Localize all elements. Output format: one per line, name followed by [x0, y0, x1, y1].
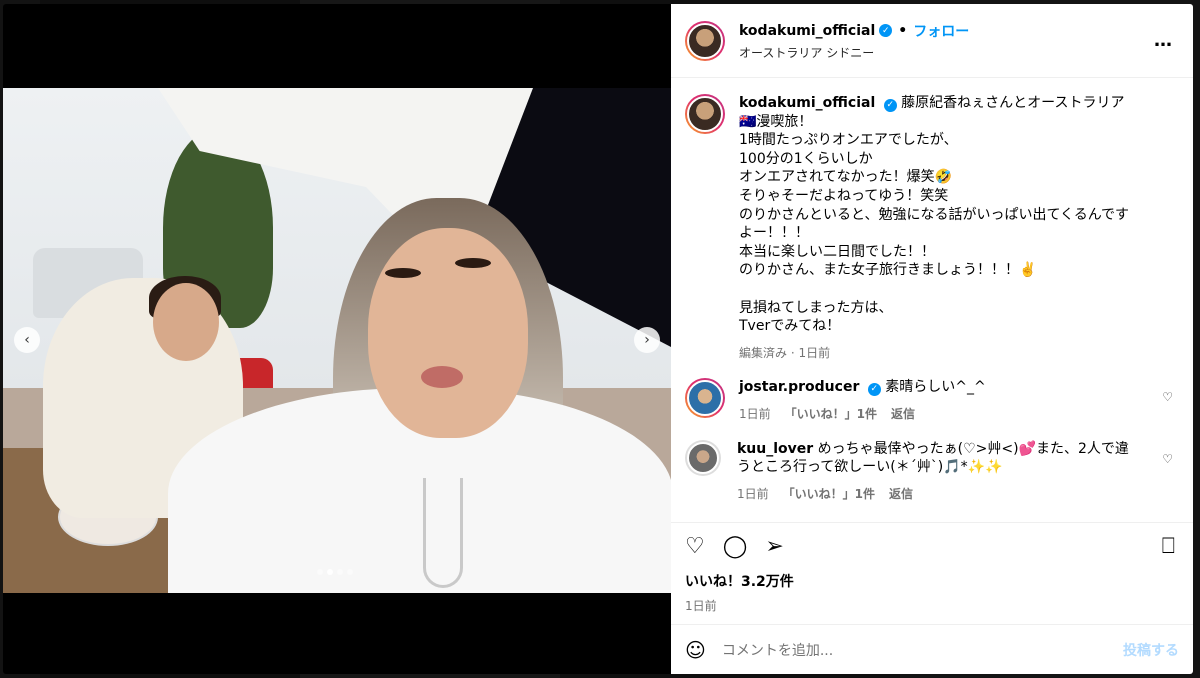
caption-line: 100分の1くらいしか — [739, 150, 873, 167]
necklace — [423, 478, 463, 588]
caption-line: 見損ねてしまった方は、 — [739, 299, 893, 316]
post-photo — [3, 88, 671, 593]
comment-time[interactable]: 1日前 — [737, 485, 769, 504]
next-image-button[interactable]: › — [634, 327, 660, 353]
verified-badge-icon: ✓ — [867, 383, 881, 397]
separator: • — [898, 22, 908, 39]
caption-meta: 編集済み · 1日前 — [739, 345, 831, 360]
comment-text: 素晴らしい^_^ — [885, 379, 986, 396]
follow-button[interactable]: フォロー — [913, 21, 969, 41]
caption-avatar[interactable] — [685, 94, 725, 134]
verified-badge-icon: ✓ — [879, 24, 893, 37]
post-comment-button[interactable]: 投稿する — [1123, 640, 1179, 660]
comment-likes[interactable]: 「いいね！」1件 — [785, 405, 877, 424]
caption-line: Tverでみてね！ — [739, 318, 841, 335]
comment-likes[interactable]: 「いいね！」1件 — [783, 485, 875, 504]
comments-list[interactable]: kodakumi_official ✓ 藤原紀香ねぇさんとオーストラリア🇦🇺漫喫… — [671, 78, 1193, 508]
commenter-avatar[interactable] — [685, 378, 725, 419]
share-send-icon[interactable]: ➢ — [765, 534, 783, 559]
emoji-picker-icon[interactable]: ☺ — [685, 638, 706, 662]
add-comment-bar: ☺ コメントを追加... 投稿する — [671, 624, 1193, 674]
post-header: kodakumi_official ✓ • フォロー オーストラリア シドニー … — [671, 4, 1193, 78]
carousel-dot — [347, 569, 353, 575]
location-link[interactable]: オーストラリア シドニー — [739, 44, 969, 61]
comment: kuu_lover めっちゃ最倖やったぁ(♡>艸<)💕また、2人で違うところ行っ… — [685, 439, 1179, 504]
caption-line: 1時間たっぷりオンエアでしたが、 — [739, 132, 958, 149]
comment: jostar.producer ✓ 素晴らしい^_^ 1日前 「いいね！」1件 … — [685, 378, 1179, 423]
likes-count[interactable]: いいね！3.2万件 — [685, 571, 1179, 591]
commenter-username[interactable]: kuu_lover — [737, 441, 813, 457]
caption-line: そりゃそーだよねってゆう！笑笑 — [739, 187, 949, 204]
prev-image-button[interactable]: ‹ — [14, 327, 40, 353]
chevron-right-icon: › — [644, 332, 650, 348]
caption-username[interactable]: kodakumi_official — [739, 95, 875, 111]
chevron-left-icon: ‹ — [24, 332, 30, 348]
post-side-panel: kodakumi_official ✓ • フォロー オーストラリア シドニー … — [671, 4, 1193, 674]
post-modal: ‹ › kodakumi_official ✓ • フォロー オーストラリア シ… — [3, 4, 1193, 674]
comment-bubble-icon[interactable]: ◯ — [723, 534, 748, 559]
verified-badge-icon: ✓ — [883, 98, 897, 112]
author-username[interactable]: kodakumi_official — [739, 23, 875, 39]
caption-line: オンエアされてなかった！爆笑🤣 — [739, 169, 953, 186]
like-heart-icon[interactable]: ♡ — [685, 534, 705, 559]
carousel-indicator — [317, 569, 353, 575]
bookmark-icon[interactable]: ⎕ — [1162, 534, 1175, 559]
reply-button[interactable]: 返信 — [889, 485, 913, 504]
carousel-dot — [337, 569, 343, 575]
carousel-dot-active — [327, 569, 333, 575]
carousel-dot — [317, 569, 323, 575]
post-actions: ♡ ◯ ➢ ⎕ いいね！3.2万件 1日前 — [671, 522, 1193, 614]
comment-like-heart-icon[interactable]: ♡ — [1162, 390, 1173, 404]
commenter-username[interactable]: jostar.producer — [739, 379, 859, 395]
media-pane: ‹ › — [3, 4, 671, 674]
comment-time[interactable]: 1日前 — [739, 405, 771, 424]
comment-like-heart-icon[interactable]: ♡ — [1162, 452, 1173, 466]
author-avatar[interactable] — [685, 20, 725, 61]
commenter-avatar[interactable] — [685, 439, 721, 476]
caption: kodakumi_official ✓ 藤原紀香ねぇさんとオーストラリア🇦🇺漫喫… — [685, 94, 1179, 362]
reply-button[interactable]: 返信 — [891, 405, 915, 424]
caption-line: 本当に楽しい二日間でした！！ — [739, 243, 935, 260]
caption-line — [739, 280, 1139, 299]
more-options-icon[interactable]: … — [1154, 30, 1173, 51]
caption-line: のりかさん、また女子旅行きましょう！！！✌️ — [739, 262, 1037, 279]
post-date[interactable]: 1日前 — [685, 597, 1179, 614]
comment-input[interactable]: コメントを追加... — [722, 640, 1123, 660]
caption-line: のりかさんといると、勉強になる話がいっぱい出てくるんですよー！！！ — [739, 206, 1130, 242]
